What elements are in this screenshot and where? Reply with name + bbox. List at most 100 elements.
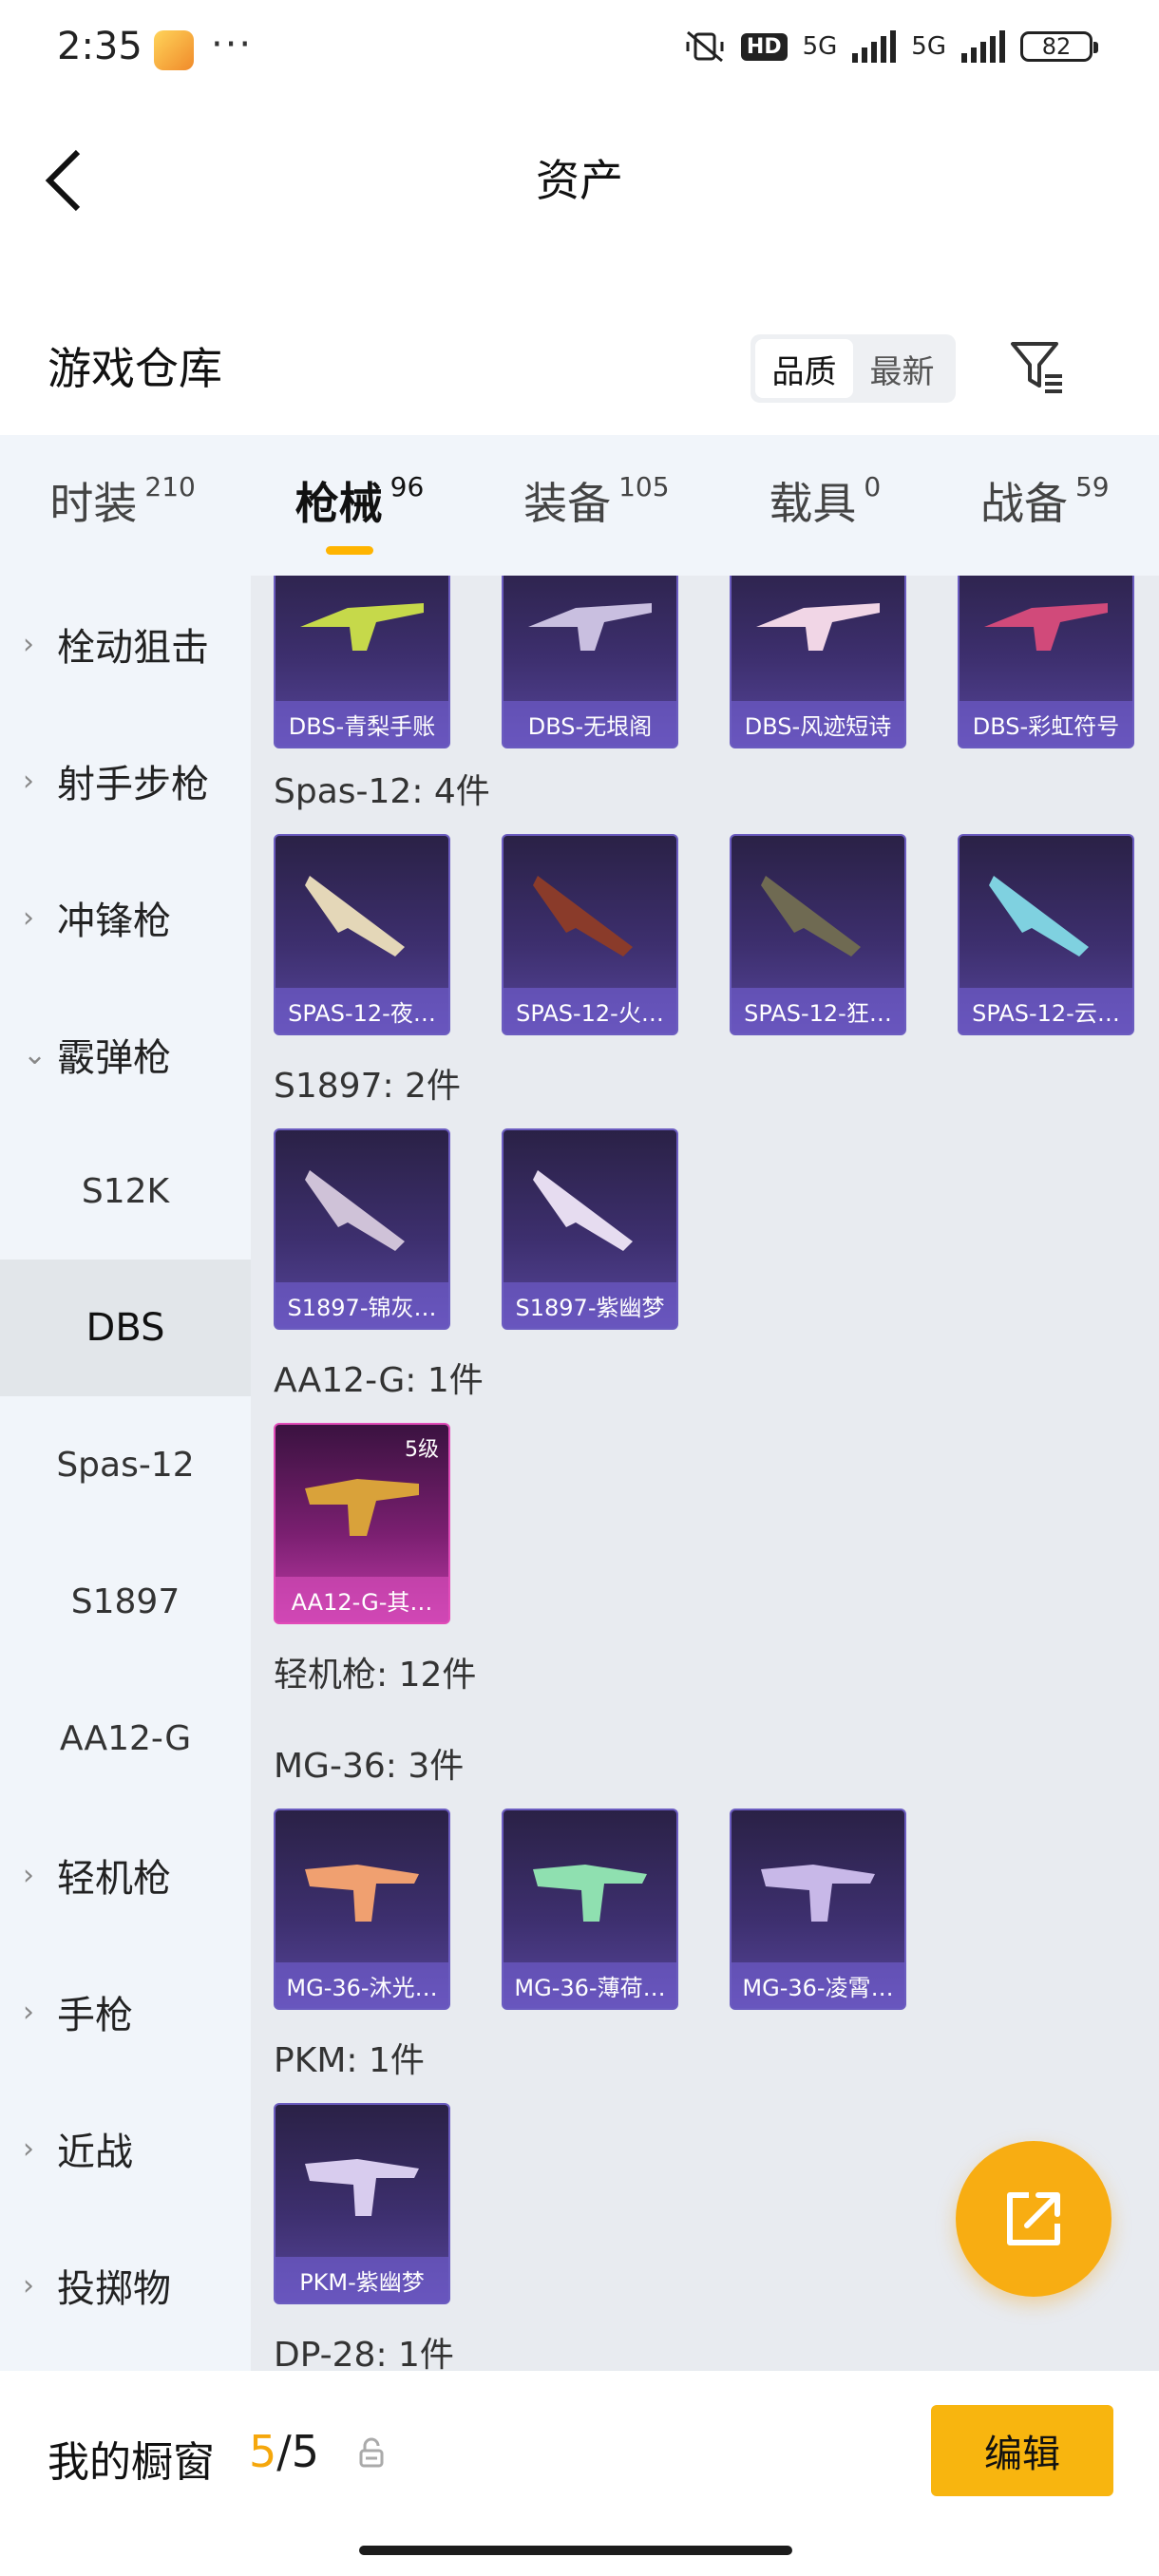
weapon-card[interactable]: PKM-紫幽梦	[274, 2103, 450, 2304]
weapon-card[interactable]: DBS-风迹短诗	[730, 576, 906, 748]
tab-count: 105	[618, 471, 670, 502]
weapon-image-icon	[305, 1170, 405, 1251]
chevron-right-icon: ›	[23, 900, 34, 935]
sidebar-item-marksman-rifle[interactable]: › 射手步枪	[0, 712, 251, 849]
chevron-right-icon: ›	[23, 627, 34, 661]
group-label-dp-28: DP-28: 1件	[274, 2336, 454, 2371]
weapon-image-icon	[756, 603, 880, 651]
sidebar-subitem-s1897[interactable]: S1897	[0, 1533, 251, 1670]
edit-button[interactable]: 编辑	[931, 2405, 1113, 2496]
weapon-card-name: SPAS-12-狂…	[732, 988, 904, 1033]
filter-icon[interactable]	[1009, 338, 1066, 395]
weapon-card[interactable]: S1897-锦灰…	[274, 1128, 450, 1330]
tab-count: 96	[390, 471, 425, 502]
sort-newest-button[interactable]: 最新	[853, 339, 951, 398]
weapon-card-name: SPAS-12-火…	[504, 988, 676, 1033]
weapon-card-name: SPAS-12-夜…	[276, 988, 448, 1033]
sidebar-subitem-spas-12[interactable]: Spas-12	[0, 1396, 251, 1533]
weapon-card[interactable]: SPAS-12-云…	[958, 834, 1134, 1035]
chevron-right-icon: ›	[23, 764, 34, 798]
lock-icon	[359, 2437, 384, 2468]
weapon-category-sidebar: › 栓动狙击 › 射手步枪 › 冲锋枪 ⌄ 霰弹枪 S12K DBS Spas-12 S…	[0, 576, 251, 2371]
sidebar-subitem-aa12-g[interactable]: AA12-G	[0, 1670, 251, 1807]
chevron-right-icon: ›	[23, 2131, 34, 2166]
weapon-image-icon	[305, 876, 405, 957]
weapon-card[interactable]: SPAS-12-夜…	[274, 834, 450, 1035]
mute-vibrate-icon	[686, 30, 724, 63]
sort-quality-button[interactable]: 品质	[755, 339, 853, 398]
weapon-card[interactable]: SPAS-12-狂…	[730, 834, 906, 1035]
sidebar-subitem-dbs[interactable]: DBS	[0, 1260, 251, 1396]
showcase-count: 5/5	[249, 2426, 319, 2477]
tab-count: 59	[1074, 471, 1110, 502]
sidebar-item-bolt-sniper[interactable]: › 栓动狙击	[0, 576, 251, 712]
tab-label: 战备	[979, 478, 1068, 529]
sidebar-item-label: 霰弹枪	[57, 1036, 171, 1080]
weapon-card[interactable]: S1897-紫幽梦	[502, 1128, 678, 1330]
tab-supplies[interactable]: 战备 59	[980, 469, 1110, 541]
sidebar-item-throwable[interactable]: › 投掷物	[0, 2217, 251, 2354]
weapon-image-icon	[989, 876, 1089, 957]
sidebar-item-label: 射手步枪	[57, 763, 209, 806]
weapon-card-name: DBS-彩虹符号	[960, 701, 1132, 747]
weapon-image-icon	[533, 1865, 647, 1922]
category-tabs: 时装 210 枪械 96 装备 105 载具 0 战备 59	[0, 435, 1159, 576]
weapon-image-icon	[984, 603, 1108, 651]
weapon-card[interactable]: DBS-青梨手账	[274, 576, 450, 748]
tab-active-indicator	[326, 546, 374, 555]
tab-label: 装备	[523, 478, 612, 529]
sidebar-item-label: 轻机枪	[57, 1857, 171, 1901]
weapon-card[interactable]: DBS-彩虹符号	[958, 576, 1134, 748]
weapon-image-icon	[305, 1479, 419, 1536]
weapon-card[interactable]: MG-36-薄荷…	[502, 1809, 678, 2010]
group-label-aa12-g: AA12-G: 1件	[274, 1361, 484, 1400]
tab-count: 0	[864, 471, 882, 502]
weapon-card[interactable]: DBS-无垠阁	[502, 576, 678, 748]
sidebar-subitem-s12k[interactable]: S12K	[0, 1123, 251, 1260]
weapon-card[interactable]: MG-36-凌霄…	[730, 1809, 906, 2010]
showcase-count-separator: /	[276, 2426, 292, 2477]
weapon-card-name: AA12-G-其…	[276, 1577, 448, 1622]
battery-icon: 82	[1020, 31, 1098, 62]
group-label-pkm: PKM: 1件	[274, 2041, 425, 2080]
weapon-card[interactable]: SPAS-12-火…	[502, 834, 678, 1035]
sidebar-item-shotgun[interactable]: ⌄ 霰弹枪	[0, 986, 251, 1123]
back-icon[interactable]	[42, 142, 99, 218]
weapon-image-icon	[761, 1865, 875, 1922]
weapon-image-icon	[528, 603, 652, 651]
tab-vehicles[interactable]: 载具 0	[769, 469, 881, 541]
weapon-image-icon	[305, 2159, 419, 2216]
tab-equipment[interactable]: 装备 105	[523, 469, 669, 541]
weapon-card-name: MG-36-薄荷…	[504, 1962, 676, 2008]
sidebar-item-label: 栓动狙击	[57, 626, 209, 670]
showcase-title: 我的橱窗	[48, 2438, 215, 2487]
share-button[interactable]	[956, 2141, 1112, 2297]
group-label-s1897: S1897: 2件	[274, 1067, 461, 1106]
weapon-card[interactable]: 5级 AA12-G-其…	[274, 1423, 450, 1624]
weapon-card-name: DBS-无垠阁	[504, 701, 676, 747]
group-label-mg-36: MG-36: 3件	[274, 1747, 465, 1786]
status-time: 2:35	[57, 25, 142, 68]
sidebar-item-pistol[interactable]: › 手枪	[0, 1943, 251, 2080]
sidebar-item-lmg[interactable]: › 轻机枪	[0, 1807, 251, 1943]
weapon-card-name: S1897-锦灰…	[276, 1282, 448, 1328]
tab-label: 载具	[769, 478, 857, 529]
sidebar-item-melee[interactable]: › 近战	[0, 2080, 251, 2217]
network-label-2: 5G	[911, 32, 946, 61]
weapon-image-icon	[300, 603, 424, 651]
group-label-spas-12: Spas-12: 4件	[274, 772, 490, 811]
weapon-card-name: S1897-紫幽梦	[504, 1282, 676, 1328]
weapon-card[interactable]: MG-36-沐光…	[274, 1809, 450, 2010]
weapon-image-icon	[761, 876, 861, 957]
weapon-card-name: PKM-紫幽梦	[276, 2257, 448, 2302]
weapon-card-name: SPAS-12-云…	[960, 988, 1132, 1033]
weapon-image-icon	[533, 876, 633, 957]
tab-firearms[interactable]: 枪械 96	[295, 469, 425, 555]
more-notifications-icon: ···	[211, 23, 254, 66]
page-title: 资产	[536, 155, 623, 206]
signal-icon-2	[961, 30, 1005, 63]
home-indicator[interactable]	[359, 2546, 792, 2555]
tab-fashion[interactable]: 时装 210	[49, 469, 195, 541]
weapon-inventory-list: DBS-青梨手账 DBS-无垠阁 DBS-风迹短诗 DBS-彩虹符号 Spas-…	[251, 576, 1159, 2371]
sidebar-item-smg[interactable]: › 冲锋枪	[0, 849, 251, 986]
